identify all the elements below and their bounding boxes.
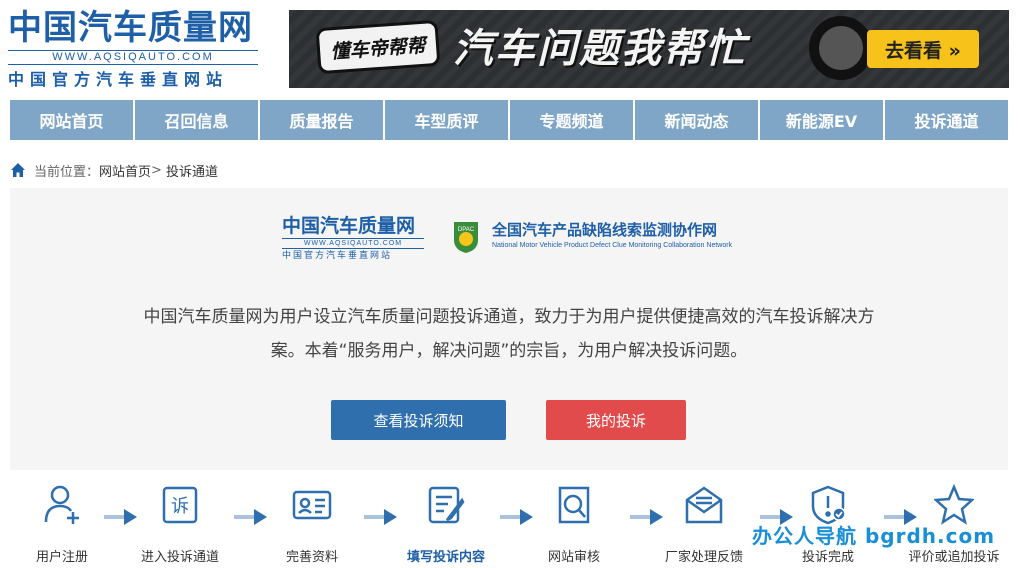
step-label: 网站审核 bbox=[547, 550, 600, 565]
step-label: 厂家处理反馈 bbox=[664, 550, 743, 565]
nav-item-ev[interactable]: 新能源EV bbox=[760, 100, 885, 140]
partner-logo-aqsiqauto: 中国汽车质量网 WWW.AQSIQAUTO.COM 中国官方汽车垂直网站 bbox=[282, 214, 424, 262]
logo-subtitle: 中国官方汽车垂直网站 bbox=[8, 70, 229, 89]
step-label: 完善资料 bbox=[285, 550, 338, 565]
nav-item-complaint[interactable]: 投诉通道 bbox=[885, 100, 1008, 140]
site-header: 中国汽车质量网 WWW.AQSIQAUTO.COM 中国官方汽车垂直网站 懂车帝… bbox=[0, 0, 1018, 98]
dpac-title: 全国汽车产品缺陷线索监测协作网 bbox=[492, 221, 718, 239]
ad-banner[interactable]: 懂车帝帮帮 汽车问题我帮忙 去看看 » bbox=[289, 10, 1009, 88]
partner-logo-url: WWW.AQSIQAUTO.COM bbox=[282, 238, 424, 249]
main-nav: 网站首页 召回信息 质量报告 车型质评 专题频道 新闻动态 新能源EV 投诉通道 bbox=[10, 100, 1008, 140]
search-review-icon bbox=[558, 486, 590, 524]
id-card-icon bbox=[292, 490, 332, 520]
step-complete-profile: 完善资料 bbox=[250, 484, 374, 568]
home-icon bbox=[11, 163, 25, 177]
partner-logo-dpac: DPAC 全国汽车产品缺陷线索监测协作网 National Motor Vehi… bbox=[452, 220, 742, 260]
logo-title: 中国汽车质量网 bbox=[8, 8, 253, 48]
banner-title: 汽车问题我帮忙 bbox=[453, 26, 747, 72]
nav-item-quality-report[interactable]: 质量报告 bbox=[260, 100, 385, 140]
step-label: 用户注册 bbox=[35, 550, 88, 565]
complaint-icon: 诉 bbox=[162, 486, 198, 524]
partner-logo-sub: 中国官方汽车垂直网站 bbox=[282, 251, 393, 261]
nav-item-model-review[interactable]: 车型质评 bbox=[385, 100, 510, 140]
banner-badge: 懂车帝帮帮 bbox=[315, 19, 441, 75]
view-complaint-notice-button[interactable]: 查看投诉须知 bbox=[331, 400, 506, 440]
intro-line-1: 中国汽车质量网为用户设立汽车质量问题投诉通道，致力于为用户提供便捷高效的汽车投诉… bbox=[143, 307, 875, 327]
intro-text: 中国汽车质量网为用户设立汽车质量问题投诉通道，致力于为用户提供便捷高效的汽车投诉… bbox=[110, 300, 908, 368]
step-site-review: 网站审核 bbox=[512, 484, 636, 568]
banner-go-button[interactable]: 去看看 » bbox=[867, 30, 979, 68]
step-label: 进入投诉通道 bbox=[140, 550, 219, 565]
tire-icon bbox=[809, 16, 873, 80]
my-complaints-button[interactable]: 我的投诉 bbox=[546, 400, 686, 440]
breadcrumb: 当前位置： 网站首页 > 投诉通道 bbox=[10, 160, 218, 180]
step-fill-complaint: 填写投诉内容 bbox=[384, 484, 508, 568]
nav-item-home[interactable]: 网站首页 bbox=[10, 100, 135, 140]
logo-url: WWW.AQSIQAUTO.COM bbox=[8, 50, 258, 65]
site-logo[interactable]: 中国汽车质量网 WWW.AQSIQAUTO.COM 中国官方汽车垂直网站 bbox=[8, 8, 260, 92]
nav-item-special[interactable]: 专题频道 bbox=[510, 100, 635, 140]
watermark: 办公人导航 bgrdh.com bbox=[752, 524, 996, 548]
edit-form-icon bbox=[428, 486, 465, 524]
mail-icon bbox=[685, 486, 723, 524]
step-manufacturer-feedback: 厂家处理反馈 bbox=[642, 484, 766, 568]
complaint-panel: 中国汽车质量网 WWW.AQSIQAUTO.COM 中国官方汽车垂直网站 DPA… bbox=[10, 188, 1008, 470]
partner-logos: 中国汽车质量网 WWW.AQSIQAUTO.COM 中国官方汽车垂直网站 DPA… bbox=[282, 214, 742, 264]
nav-item-recall[interactable]: 召回信息 bbox=[135, 100, 260, 140]
dpac-english: National Motor Vehicle Product Defect Cl… bbox=[492, 242, 733, 249]
step-enter-channel: 诉 进入投诉通道 bbox=[118, 484, 242, 568]
svg-text:诉: 诉 bbox=[171, 496, 189, 517]
nav-item-news[interactable]: 新闻动态 bbox=[635, 100, 760, 140]
breadcrumb-separator: > bbox=[151, 162, 162, 178]
breadcrumb-home-link[interactable]: 网站首页 bbox=[99, 161, 151, 180]
intro-line-2: 案。本着“服务用户，解决问题”的宗旨，为用户解决投诉问题。 bbox=[270, 341, 748, 361]
dpac-badge-icon: DPAC bbox=[454, 222, 478, 253]
step-label: 填写投诉内容 bbox=[406, 550, 485, 565]
user-add-icon bbox=[44, 485, 79, 524]
partner-logo-title: 中国汽车质量网 bbox=[282, 215, 416, 237]
breadcrumb-current: 投诉通道 bbox=[165, 164, 218, 180]
breadcrumb-prefix: 当前位置： bbox=[34, 164, 100, 180]
dpac-badge-text: DPAC bbox=[458, 227, 475, 233]
